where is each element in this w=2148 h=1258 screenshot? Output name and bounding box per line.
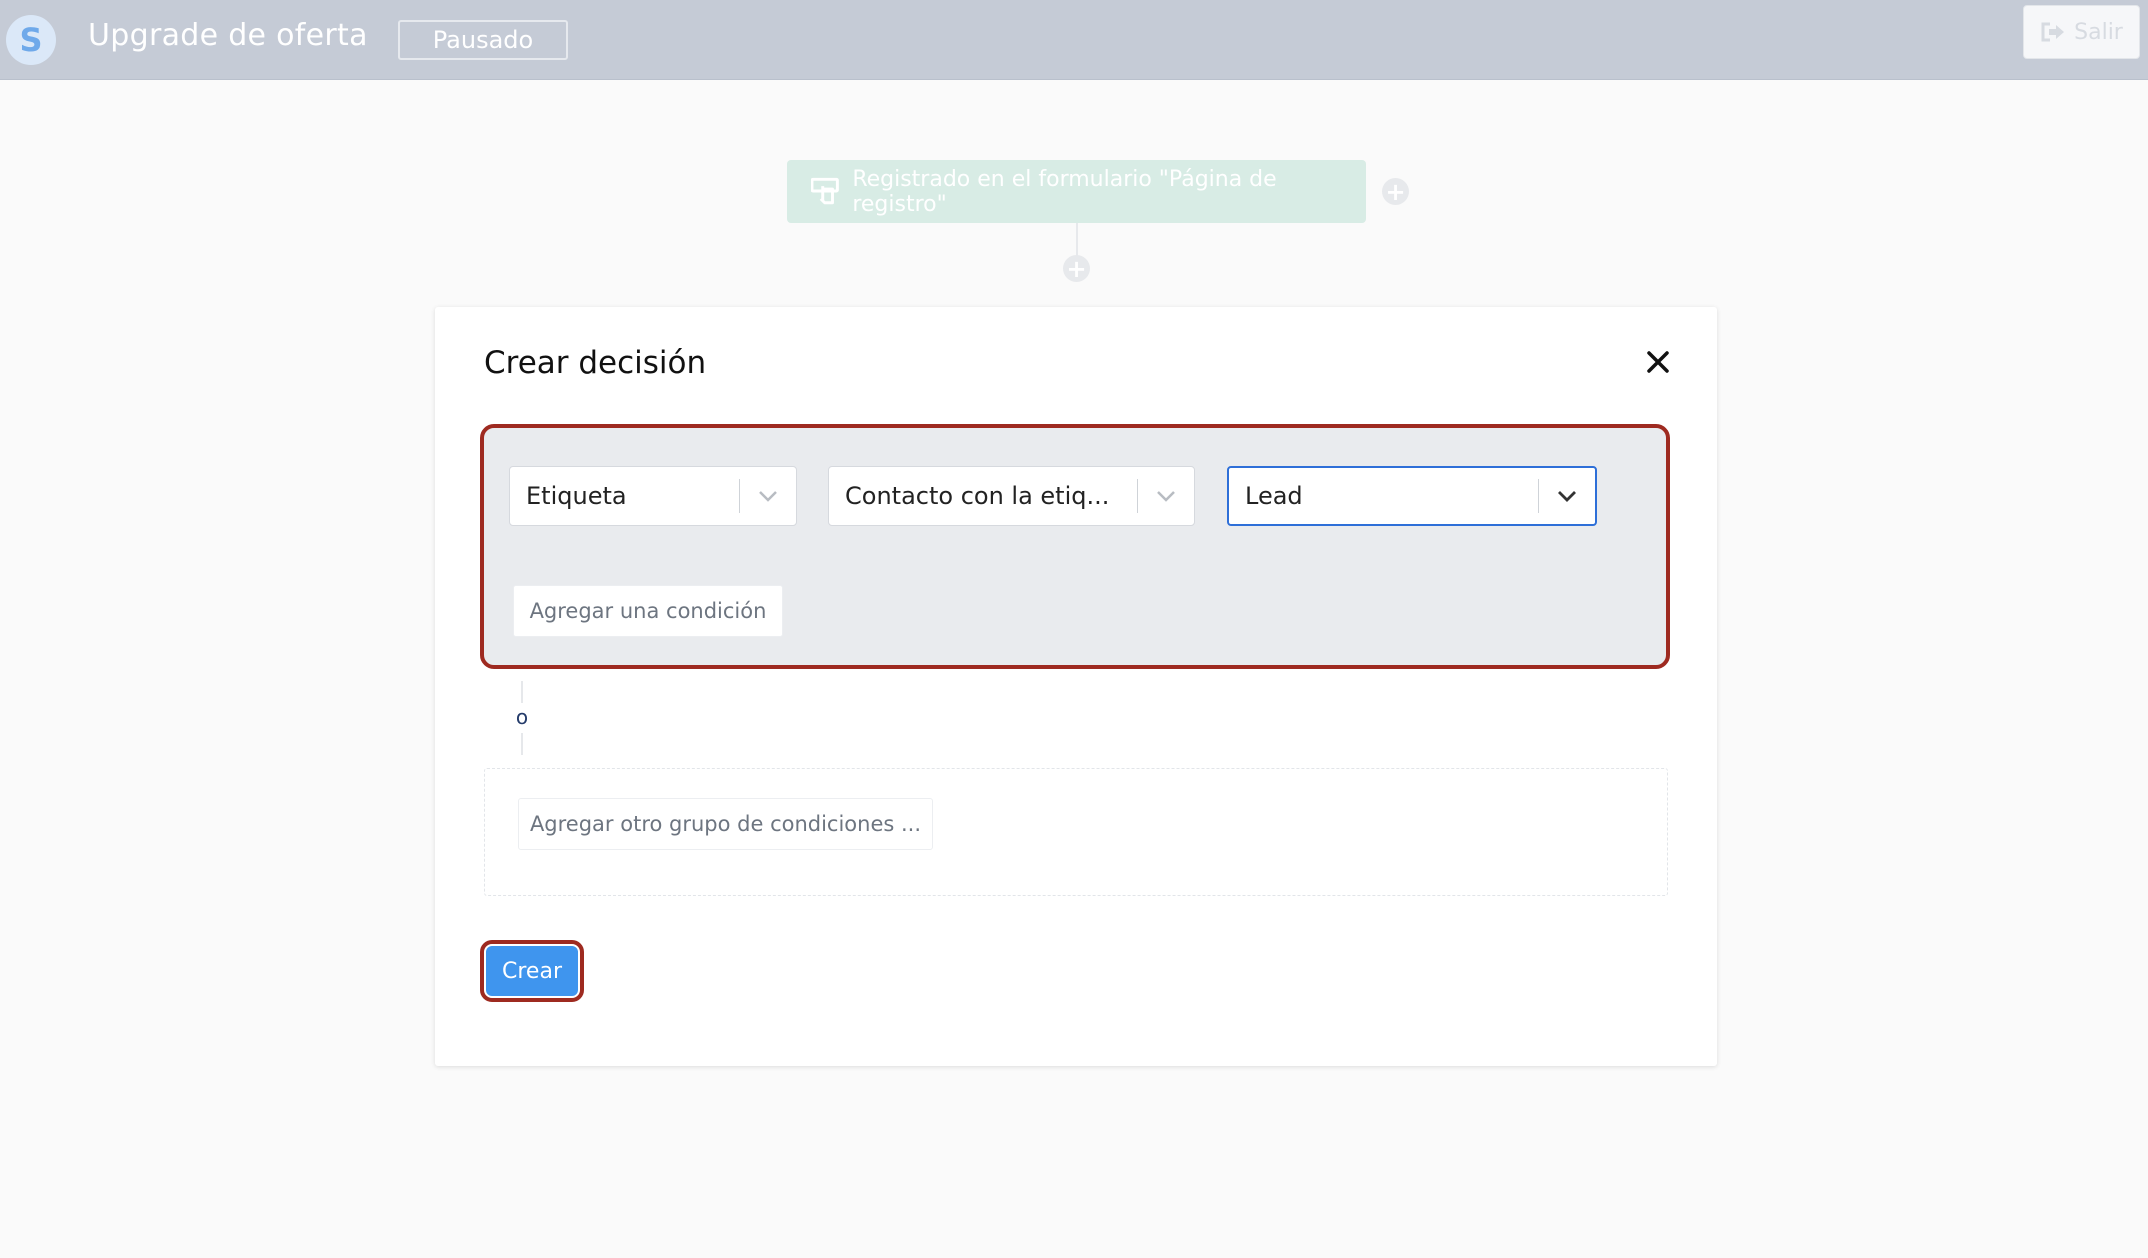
trigger-node[interactable]: Registrado en el formulario "Página de r… — [787, 160, 1366, 223]
or-connector-top — [521, 681, 523, 703]
condition-operator-select[interactable]: Contacto con la etiq... — [828, 466, 1195, 526]
select-value: Contacto con la etiq... — [845, 482, 1110, 510]
modal-title: Crear decisión — [484, 345, 707, 381]
create-decision-modal: Crear decisión Etiqueta Contacto con la … — [435, 307, 1717, 1066]
exit-button[interactable]: Salir — [2023, 5, 2140, 59]
chevron-down-icon[interactable] — [1539, 468, 1595, 524]
chevron-down-icon[interactable] — [1138, 467, 1194, 525]
empty-condition-group: Agregar otro grupo de condiciones ... — [484, 768, 1668, 896]
create-button[interactable]: Crear — [486, 946, 578, 996]
form-hand-icon — [811, 177, 839, 204]
exit-icon — [2041, 22, 2065, 42]
close-glyph — [1647, 351, 1669, 373]
close-icon[interactable] — [1643, 347, 1673, 377]
select-value: Lead — [1245, 482, 1303, 510]
exit-label: Salir — [2074, 19, 2123, 45]
trigger-label: Registrado en el formulario "Página de r… — [852, 166, 1277, 217]
flow-connector — [1076, 223, 1078, 257]
condition-type-select[interactable]: Etiqueta — [509, 466, 797, 526]
add-condition-button[interactable]: Agregar una condición — [513, 585, 783, 637]
add-branch-icon[interactable]: + — [1382, 178, 1409, 205]
or-label: o — [515, 705, 529, 729]
top-bar: S Upgrade de oferta Pausado Salir — [0, 0, 2148, 80]
select-value: Etiqueta — [526, 482, 627, 510]
logo-letter: S — [19, 21, 43, 59]
or-connector-bottom — [521, 733, 523, 755]
tag-value-select[interactable]: Lead — [1227, 466, 1597, 526]
add-step-icon[interactable]: + — [1063, 255, 1090, 282]
automation-title: Upgrade de oferta — [88, 18, 368, 53]
condition-group: Etiqueta Contacto con la etiq... Lead Ag… — [480, 424, 1670, 669]
status-badge[interactable]: Pausado — [398, 20, 568, 60]
chevron-down-icon[interactable] — [740, 467, 796, 525]
add-condition-group-button[interactable]: Agregar otro grupo de condiciones ... — [518, 798, 933, 850]
logo-icon[interactable]: S — [6, 15, 56, 65]
